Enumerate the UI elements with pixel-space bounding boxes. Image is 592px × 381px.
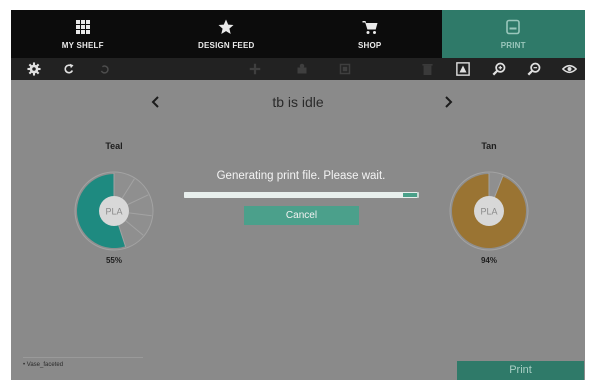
zoom-out-button[interactable] — [526, 61, 542, 77]
cart-icon — [362, 21, 378, 34]
trash-icon — [421, 63, 433, 75]
spool-material: PLA — [105, 207, 122, 217]
nav-label: MY SHELF — [61, 41, 104, 50]
top-nav: MY SHELF DESIGN FEED SHOP PRINT — [11, 10, 585, 58]
undo-button[interactable] — [61, 61, 77, 77]
filament-spool-right[interactable]: PLA — [448, 170, 530, 252]
spool-percent: 55% — [105, 256, 122, 265]
list-item[interactable]: • Vase_faceted — [23, 357, 143, 368]
gear-icon — [27, 62, 41, 76]
toolbar — [11, 58, 585, 80]
undo-icon — [64, 63, 74, 74]
settings-button[interactable] — [26, 61, 42, 77]
next-printer-button[interactable] — [441, 94, 455, 110]
nav-label: PRINT — [500, 41, 526, 50]
file-name: Vase_faceted — [26, 362, 64, 368]
rotate-icon — [297, 63, 307, 74]
progress-bar-fill — [184, 192, 417, 198]
nav-label: SHOP — [358, 41, 382, 50]
nav-design-feed[interactable]: DESIGN FEED — [155, 10, 299, 58]
nav-label: DESIGN FEED — [198, 41, 255, 50]
zoom-in-icon — [492, 62, 506, 76]
spool-percent: 94% — [480, 256, 497, 265]
view-button[interactable] — [561, 61, 577, 77]
app-window: MY SHELF DESIGN FEED SHOP PRINT tb is id… — [11, 10, 585, 380]
spool-name: Teal — [105, 141, 123, 151]
zoom-out-icon — [527, 62, 541, 76]
nav-print[interactable]: PRINT — [441, 10, 585, 58]
filament-spool-left[interactable]: PLA — [73, 170, 155, 252]
scale-icon — [339, 63, 351, 75]
cancel-button[interactable]: Cancel — [244, 206, 359, 225]
delete-button[interactable] — [419, 61, 435, 77]
spool-gauge-icon: PLA — [449, 171, 529, 251]
layout-button[interactable] — [455, 61, 471, 77]
nav-shop[interactable]: SHOP — [298, 10, 442, 58]
redo-button[interactable] — [96, 61, 112, 77]
spool-name: Tan — [481, 141, 497, 151]
bullet-icon: • — [23, 362, 26, 368]
star-icon — [218, 19, 234, 34]
printer-status: tb is idle — [272, 94, 324, 110]
rotate-button[interactable] — [294, 61, 310, 77]
move-button[interactable] — [247, 61, 263, 77]
print-button[interactable]: Print — [457, 361, 584, 380]
redo-icon — [100, 64, 109, 74]
progress-bar — [184, 192, 419, 198]
grid-icon — [75, 20, 90, 34]
spool-gauge-icon: PLA — [74, 171, 154, 251]
eye-icon — [561, 64, 577, 74]
progress-bar-indicator — [403, 193, 417, 197]
zoom-in-button[interactable] — [491, 61, 507, 77]
scale-button[interactable] — [337, 61, 353, 77]
progress-message: Generating print file. Please wait. — [216, 170, 386, 182]
spool-material: PLA — [480, 207, 497, 217]
chevron-right-icon — [445, 96, 453, 108]
nav-my-shelf[interactable]: MY SHELF — [11, 10, 155, 58]
layout-icon — [456, 62, 470, 76]
printer-icon — [506, 19, 521, 35]
move-icon — [249, 63, 261, 75]
